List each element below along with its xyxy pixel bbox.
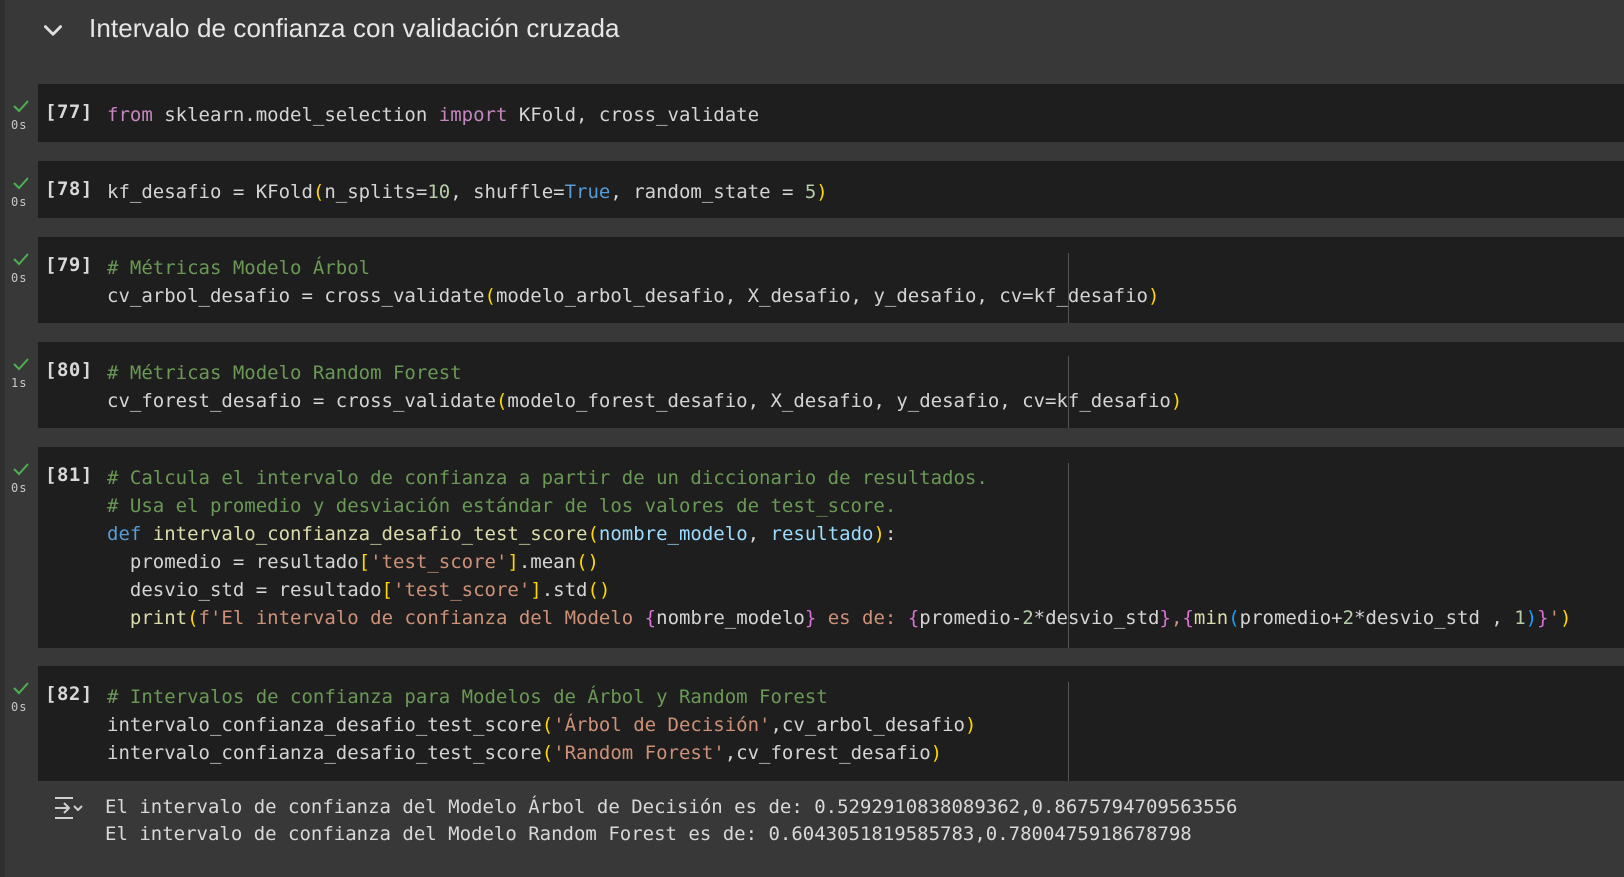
- cell-gutter[interactable]: 0s: [0, 447, 38, 648]
- section-header[interactable]: Intervalo de confianza con validación cr…: [0, 0, 1624, 62]
- execution-count: [81]: [45, 464, 93, 486]
- code-line: print(f'El intervalo de confianza del Mo…: [129, 607, 1572, 629]
- code-editor[interactable]: # Calcula el intervalo de confianza a pa…: [107, 464, 1571, 632]
- execution-time: 0s: [11, 118, 28, 132]
- code-line: desvio_std = resultado['test_score'].std…: [107, 579, 611, 601]
- execution-time: 0s: [11, 481, 28, 495]
- check-icon: [13, 253, 29, 266]
- code-cell[interactable]: [80] # Métricas Modelo Random Forest cv_…: [38, 342, 1624, 428]
- execution-time: 0s: [11, 195, 28, 209]
- execution-time: 0s: [11, 271, 28, 285]
- code-comment: # Calcula el intervalo de confianza a pa…: [107, 467, 988, 489]
- cell-gutter[interactable]: 1s: [0, 342, 38, 428]
- code-cell[interactable]: [78] kf_desafio = KFold(n_splits=10, shu…: [38, 161, 1624, 218]
- check-icon: [13, 682, 29, 695]
- execution-time: 0s: [11, 700, 28, 714]
- code-cell[interactable]: [79] # Métricas Modelo Árbol cv_arbol_de…: [38, 237, 1624, 323]
- cell-gutter[interactable]: 0s: [0, 237, 38, 323]
- execution-time: 1s: [11, 376, 28, 390]
- cell-gutter[interactable]: 0s: [0, 161, 38, 218]
- check-icon: [13, 100, 29, 113]
- code-editor[interactable]: # Métricas Modelo Random Forest cv_fores…: [107, 359, 1182, 415]
- code-editor[interactable]: kf_desafio = KFold(n_splits=10, shuffle=…: [107, 178, 828, 206]
- cell-output: El intervalo de confianza del Modelo Árb…: [105, 794, 1237, 848]
- check-icon: [13, 177, 29, 190]
- execution-count: [79]: [45, 254, 93, 276]
- check-icon: [13, 463, 29, 476]
- code-comment: # Métricas Modelo Árbol: [107, 257, 371, 279]
- code-editor[interactable]: # Intervalos de confianza para Modelos d…: [107, 683, 976, 767]
- output-line: El intervalo de confianza del Modelo Árb…: [105, 796, 1238, 818]
- output-icon[interactable]: [53, 795, 85, 821]
- execution-count: [82]: [45, 683, 93, 705]
- code-line: cv_arbol_desafio = cross_validate(modelo…: [107, 285, 1160, 307]
- output-line: El intervalo de confianza del Modelo Ran…: [105, 823, 1192, 845]
- code-line: intervalo_confianza_desafio_test_score('…: [107, 742, 943, 764]
- execution-count: [80]: [45, 359, 93, 381]
- execution-count: [77]: [45, 101, 93, 123]
- code-cell[interactable]: [82] # Intervalos de confianza para Mode…: [38, 666, 1624, 781]
- execution-count: [78]: [45, 178, 93, 200]
- code-line: cv_forest_desafio = cross_validate(model…: [107, 390, 1183, 412]
- cell-gutter[interactable]: 0s: [0, 666, 38, 781]
- section-title: Intervalo de confianza con validación cr…: [89, 13, 620, 43]
- check-icon: [13, 358, 29, 371]
- cell-gutter[interactable]: 0s: [0, 84, 38, 142]
- code-comment: # Métricas Modelo Random Forest: [107, 362, 462, 384]
- code-comment: # Intervalos de confianza para Modelos d…: [107, 686, 828, 708]
- code-line: promedio = resultado['test_score'].mean(…: [107, 551, 599, 573]
- code-line: kf_desafio = KFold(n_splits=10, shuffle=…: [107, 181, 828, 203]
- code-editor[interactable]: # Métricas Modelo Árbol cv_arbol_desafio…: [107, 254, 1159, 310]
- code-cell[interactable]: [77] from sklearn.model_selection import…: [38, 84, 1624, 142]
- code-editor[interactable]: from sklearn.model_selection import KFol…: [107, 101, 759, 129]
- code-line: from sklearn.model_selection import KFol…: [107, 104, 760, 126]
- code-line: def intervalo_confianza_desafio_test_sco…: [107, 523, 897, 545]
- code-comment: # Usa el promedio y desviación estándar …: [107, 495, 897, 517]
- code-line: intervalo_confianza_desafio_test_score('…: [107, 714, 977, 736]
- chevron-down-icon[interactable]: [40, 18, 66, 44]
- code-cell[interactable]: [81] # Calcula el intervalo de confianza…: [38, 447, 1624, 648]
- line-ruler: [1068, 682, 1069, 781]
